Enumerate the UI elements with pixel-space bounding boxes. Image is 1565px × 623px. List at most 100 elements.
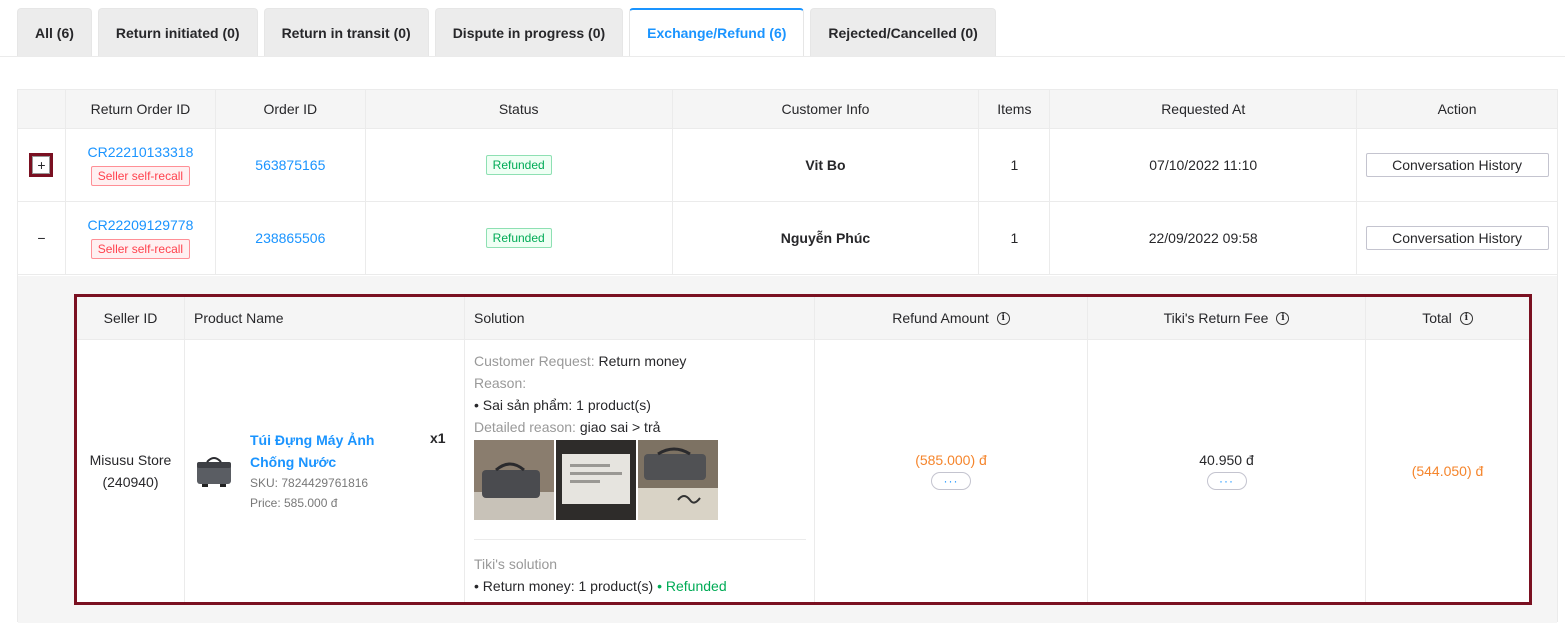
seller-self-recall-badge: Seller self-recall (90, 239, 191, 259)
return-order-id-cell: CR22210133318 Seller self-recall (66, 129, 216, 201)
order-id-cell: 563875165 (216, 129, 366, 201)
customer-request-label: Customer Request: (474, 353, 595, 369)
evidence-photo-2[interactable] (556, 440, 636, 520)
detailed-reason: Detailed reason: giao sai > trả (474, 416, 660, 438)
status-cell: Refunded (366, 129, 673, 201)
customer-request: Customer Request: Return money (474, 350, 686, 372)
customer-request-value: Return money (594, 353, 687, 369)
solution-divider (474, 539, 806, 540)
seller-name: Misusu Store (89, 452, 172, 468)
order-id-link[interactable]: 563875165 (255, 157, 325, 173)
header-action: Action (1437, 101, 1477, 117)
expanded-row-area: Seller ID Product Name Solution Refund A… (18, 276, 1557, 623)
tiki-solution-status: • Refunded (653, 578, 727, 594)
header-customer-info: Customer Info (673, 90, 980, 128)
customer-info-cell: Vit Bo (673, 129, 980, 201)
collapse-row-button[interactable]: − (32, 229, 51, 247)
solution-cell: Customer Request: Return money Reason: •… (465, 340, 815, 602)
return-fee-cell: 40.950 đ ··· (1088, 340, 1366, 602)
conversation-history-button[interactable]: Conversation History (1365, 226, 1549, 250)
tiki-solution-value: • Return money: 1 product(s) (474, 578, 654, 594)
return-detail-panel: Seller ID Product Name Solution Refund A… (74, 294, 1532, 605)
reason-label: Reason: (474, 375, 527, 391)
status-badge: Refunded (485, 155, 552, 175)
refund-amount-value: (585.000) đ (915, 452, 987, 468)
expand-row-button[interactable]: + (29, 153, 54, 177)
refund-amount-label: Refund Amount (892, 310, 989, 326)
return-order-id-cell: CR22209129778 Seller self-recall (66, 202, 216, 274)
items-cell: 1 (979, 202, 1051, 274)
evidence-photo-3[interactable] (638, 440, 718, 520)
detailed-reason-value: giao sai > trả (575, 419, 661, 435)
tab-all[interactable]: All (6) (17, 8, 92, 56)
evidence-photos (474, 440, 718, 520)
refund-more-button[interactable]: ··· (931, 472, 971, 490)
detail-row: Misusu Store (240940) Túi Đựng Máy Ảnh C… (77, 340, 1529, 602)
info-icon[interactable]: i (996, 311, 1010, 325)
action-cell: Conversation History (1357, 129, 1557, 201)
total-value: (544.050) đ (1411, 463, 1484, 479)
table-row: − CR22209129778 Seller self-recall 23886… (18, 202, 1557, 275)
return-orders-table: Return Order ID Order ID Status Customer… (17, 89, 1558, 623)
refund-amount-cell: (585.000) đ ··· (815, 340, 1088, 602)
product-name-link[interactable]: Túi Đựng Máy Ảnh Chống Nước (250, 429, 420, 473)
return-order-id-link[interactable]: CR22209129778 (87, 217, 193, 233)
table-header: Return Order ID Order ID Status Customer… (18, 90, 1557, 129)
product-info: Túi Đựng Máy Ảnh Chống Nước SKU: 7824429… (250, 429, 420, 513)
customer-name: Nguyễn Phúc (780, 230, 871, 246)
table-row: + CR22210133318 Seller self-recall 56387… (18, 129, 1557, 202)
detail-header-total: Total i (1366, 297, 1529, 339)
total-cell: (544.050) đ (1366, 340, 1529, 602)
header-items: Items (979, 90, 1051, 128)
header-requested-at: Requested At (1050, 90, 1358, 128)
order-id-link[interactable]: 238865506 (255, 230, 325, 246)
status-badge: Refunded (485, 228, 552, 248)
detailed-reason-label: Detailed reason: (474, 419, 576, 435)
tab-rejected-cancelled[interactable]: Rejected/Cancelled (0) (810, 8, 996, 56)
detail-header-return-fee: Tiki's Return Fee i (1088, 297, 1366, 339)
customer-name: Vit Bo (805, 157, 846, 173)
detail-header: Seller ID Product Name Solution Refund A… (77, 297, 1529, 340)
requested-at-cell: 22/09/2022 09:58 (1050, 202, 1358, 274)
tiki-solution-item: • Return money: 1 product(s) • Refunded (474, 575, 727, 597)
expand-cell: + (18, 129, 66, 201)
expand-cell: − (18, 202, 66, 274)
action-cell: Conversation History (1357, 202, 1557, 274)
product-cell: Túi Đựng Máy Ảnh Chống Nước SKU: 7824429… (185, 340, 465, 602)
return-order-id-link[interactable]: CR22210133318 (87, 144, 193, 160)
product-sku: SKU: 7824429761816 (250, 476, 369, 490)
return-fee-value: 40.950 đ (1199, 452, 1254, 468)
return-fee-label: Tiki's Return Fee (1163, 310, 1269, 326)
info-icon[interactable]: i (1459, 311, 1473, 325)
detail-header-product-name: Product Name (185, 297, 465, 339)
tab-exchange-refund[interactable]: Exchange/Refund (6) (629, 8, 805, 56)
total-label: Total (1422, 310, 1452, 326)
seller-id: (240940) (102, 474, 159, 490)
tab-return-initiated[interactable]: Return initiated (0) (97, 8, 258, 56)
status-cell: Refunded (366, 202, 673, 274)
info-icon[interactable]: i (1276, 311, 1290, 325)
product-price: Price: 585.000 đ (250, 496, 338, 510)
fee-more-button[interactable]: ··· (1206, 472, 1247, 490)
header-expand (18, 90, 66, 128)
tab-return-in-transit[interactable]: Return in transit (0) (263, 8, 429, 56)
tiki-solution-label: Tiki's solution (474, 556, 558, 572)
status-tabs: All (6) Return initiated (0) Return in t… (17, 8, 1002, 56)
tab-dispute-in-progress[interactable]: Dispute in progress (0) (434, 8, 624, 56)
detail-header-solution: Solution (465, 297, 815, 339)
header-return-order-id: Return Order ID (66, 90, 216, 128)
conversation-history-button[interactable]: Conversation History (1365, 153, 1549, 177)
seller-self-recall-badge: Seller self-recall (90, 166, 191, 186)
customer-info-cell: Nguyễn Phúc (673, 202, 980, 274)
reason-item: • Sai sản phẩm: 1 product(s) (474, 397, 651, 413)
detail-header-seller-id: Seller ID (77, 297, 185, 339)
tabs-divider (0, 56, 1565, 57)
header-status: Status (366, 90, 673, 128)
order-id-cell: 238865506 (216, 202, 366, 274)
requested-at-cell: 07/10/2022 11:10 (1050, 129, 1358, 201)
seller-cell: Misusu Store (240940) (77, 340, 185, 602)
detail-header-refund-amount: Refund Amount i (815, 297, 1088, 339)
evidence-photo-1[interactable] (474, 440, 554, 520)
camera-bag-thumbnail (197, 457, 231, 487)
header-order-id: Order ID (216, 90, 366, 128)
